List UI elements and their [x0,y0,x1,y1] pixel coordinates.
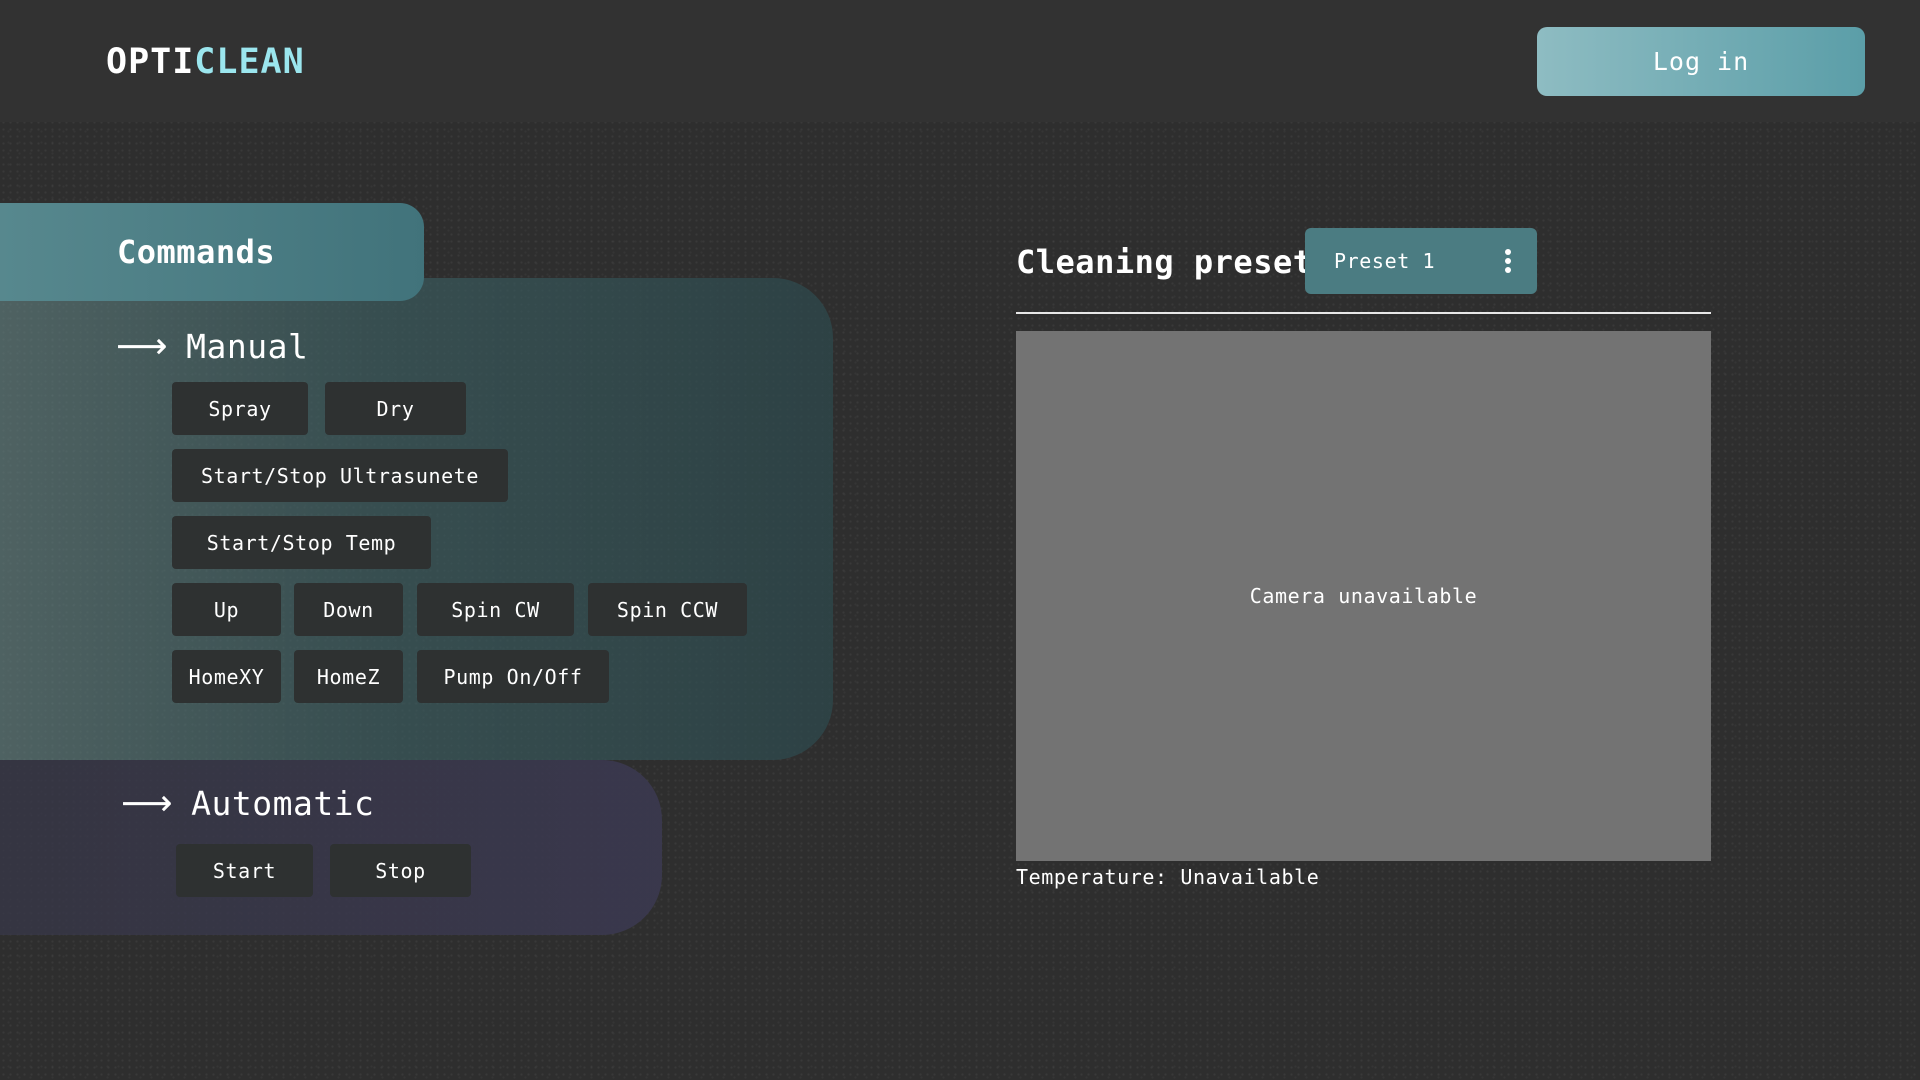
temp-toggle-button[interactable]: Start/Stop Temp [172,516,431,569]
automatic-heading-label: Automatic [191,784,375,823]
ultrasound-toggle-button[interactable]: Start/Stop Ultrasunete [172,449,508,502]
auto-start-button[interactable]: Start [176,844,313,897]
temperature-readout: Temperature: Unavailable [1016,865,1320,889]
manual-heading: ⟶ Manual [116,326,308,367]
logo-part-opti: OPTI [106,42,195,82]
dry-button[interactable]: Dry [325,382,466,435]
spin-ccw-button[interactable]: Spin CCW [588,583,747,636]
automatic-heading: ⟶ Automatic [121,783,374,824]
login-button[interactable]: Log in [1537,27,1865,96]
cleaning-preset-label: Cleaning preset [1016,243,1313,281]
commands-title: Commands [117,233,276,271]
right-arrow-icon: ⟶ [116,326,169,367]
auto-stop-button[interactable]: Stop [330,844,471,897]
pump-toggle-button[interactable]: Pump On/Off [417,650,609,703]
logo-part-clean: CLEAN [194,42,305,82]
app-logo: OPTICLEAN [106,40,305,84]
home-z-button[interactable]: HomeZ [294,650,403,703]
preset-select[interactable]: Preset 1 [1305,228,1537,294]
spin-cw-button[interactable]: Spin CW [417,583,574,636]
up-button[interactable]: Up [172,583,281,636]
camera-feed: Camera unavailable [1016,331,1711,861]
right-arrow-icon: ⟶ [121,783,174,824]
home-xy-button[interactable]: HomeXY [172,650,281,703]
camera-status: Camera unavailable [1249,584,1478,608]
preset-divider [1016,312,1711,314]
kebab-menu-icon[interactable] [1505,249,1511,273]
top-header: OPTICLEAN Log in [0,0,1920,122]
down-button[interactable]: Down [294,583,403,636]
manual-heading-label: Manual [186,327,309,366]
spray-button[interactable]: Spray [172,382,308,435]
preset-select-value: Preset 1 [1334,249,1436,273]
